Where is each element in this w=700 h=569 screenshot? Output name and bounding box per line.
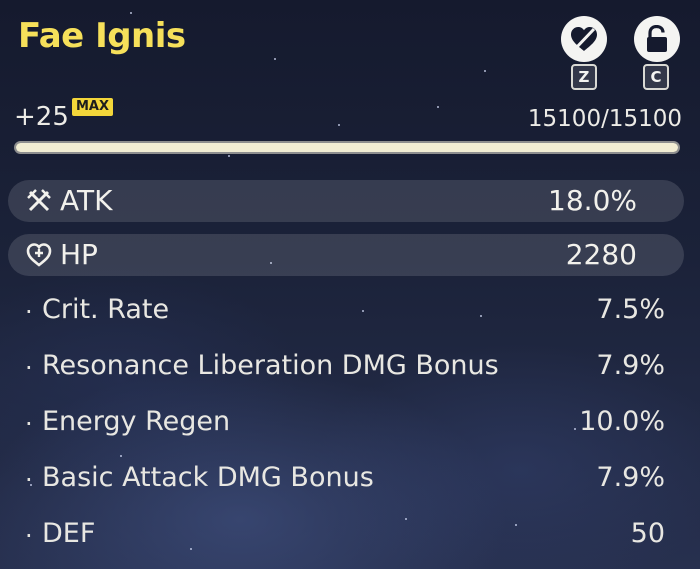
bullet-dot-icon: · — [25, 466, 33, 494]
bullet-dot-icon: · — [25, 410, 33, 438]
sub-stat-value: 7.9% — [596, 350, 665, 381]
sub-stat-row: · Crit. Rate 7.5% — [0, 294, 700, 330]
sub-stat-name: Basic Attack DMG Bonus — [42, 462, 374, 493]
max-level-badge: MAX — [72, 98, 114, 116]
bullet-dot-icon: · — [25, 298, 33, 326]
sub-stat-row: · DEF 50 — [0, 518, 700, 554]
echo-name: Fae Ignis — [18, 16, 186, 56]
sub-stat-row: · Basic Attack DMG Bonus 7.9% — [0, 462, 700, 498]
bullet-dot-icon: · — [25, 354, 33, 382]
bullet-dot-icon: · — [25, 522, 33, 550]
unlocked-padlock-icon — [647, 25, 667, 52]
exp-progress-bar — [14, 141, 680, 154]
sub-stat-value: 50 — [630, 518, 665, 549]
sub-stat-value: 10.0% — [579, 406, 665, 437]
sub-stat-row: · Resonance Liberation DMG Bonus 7.9% — [0, 350, 700, 386]
discard-hotkey: Z — [571, 64, 597, 90]
sub-stat-name: Crit. Rate — [42, 294, 170, 325]
sub-stat-name: DEF — [42, 518, 96, 549]
lock-button[interactable] — [634, 16, 680, 62]
main-stat-value: 2280 — [565, 238, 637, 271]
exp-value: 15100/15100 — [527, 106, 682, 132]
sub-stat-row: · Energy Regen 10.0% — [0, 406, 700, 442]
echo-level: +25 — [14, 102, 69, 132]
sub-stat-value: 7.5% — [596, 294, 665, 325]
main-stat-value: 18.0% — [548, 184, 637, 217]
sub-stat-value: 7.9% — [596, 462, 665, 493]
main-stat-atk: ATK 18.0% — [8, 180, 684, 222]
main-stat-hp: HP 2280 — [8, 234, 684, 276]
main-stat-name: HP — [60, 238, 98, 271]
discard-button[interactable] — [561, 16, 607, 62]
exp-progress-fill — [16, 143, 678, 152]
heart-plus-icon — [26, 243, 52, 267]
lock-hotkey: C — [643, 64, 669, 90]
sub-stat-name: Resonance Liberation DMG Bonus — [42, 350, 499, 381]
heart-slash-icon — [571, 27, 597, 51]
main-stat-name: ATK — [60, 184, 113, 217]
sub-stat-name: Energy Regen — [42, 406, 231, 437]
crossed-swords-icon — [27, 189, 51, 212]
